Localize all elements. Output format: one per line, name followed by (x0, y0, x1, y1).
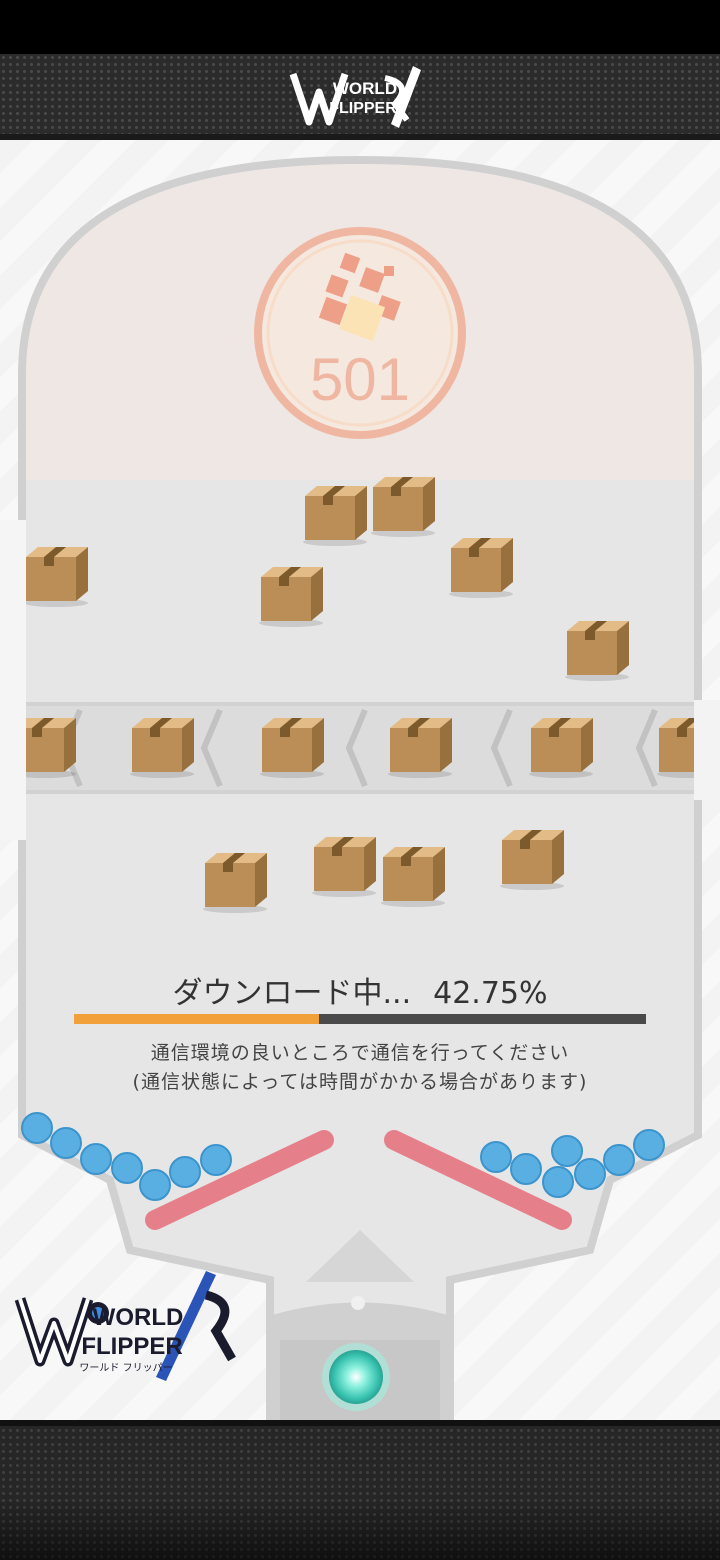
cardboard-box-icon (381, 847, 445, 907)
ball-icon (510, 1153, 542, 1185)
ball-icon (21, 1112, 53, 1144)
ball-icon (551, 1135, 583, 1167)
header-logo-line1: WORLD (333, 79, 397, 98)
notice-line-1: 通信環境の良いところで通信を行ってください (150, 1042, 570, 1064)
download-label: ダウンロード中... (172, 976, 412, 1011)
ball-icon (139, 1169, 171, 1201)
ball-icon (169, 1156, 201, 1188)
ball-icon (200, 1144, 232, 1176)
ball-icon (80, 1143, 112, 1175)
ball-icon (542, 1166, 574, 1198)
glowing-orb-icon[interactable] (329, 1350, 383, 1404)
ball-icon (574, 1158, 606, 1190)
cardboard-box-icon (24, 547, 88, 607)
notice-line-2: (通信状態によっては時間がかかる場合があります) (132, 1071, 588, 1093)
ball-icon (480, 1141, 512, 1173)
loading-screen: 501 ダウンロード中... 42.75% 通信環境の良いところで通信を行ってくだ… (0, 140, 720, 1420)
download-percent: 42.75% (433, 976, 548, 1011)
ball-icon (50, 1127, 82, 1159)
status-bar (0, 0, 720, 54)
cardboard-box-icon (388, 718, 452, 778)
cardboard-box-icon (130, 718, 194, 778)
ball-icon (111, 1152, 143, 1184)
world-flipper-logo: WORLD FLIPPER ワールド フリッパー (14, 1271, 236, 1381)
cardboard-box-icon (449, 538, 513, 598)
download-status: ダウンロード中... 42.75% (0, 968, 720, 1012)
corner-logo-katakana: ワールド フリッパー (79, 1362, 172, 1374)
cardboard-box-icon (259, 567, 323, 627)
pinball-board (0, 155, 720, 1420)
world-flipper-header-logo: WORLD FLIPPER (289, 66, 421, 128)
cardboard-box-icon (260, 718, 324, 778)
download-progress-bar (74, 1014, 646, 1024)
ball-icon (603, 1144, 635, 1176)
cardboard-box-icon (529, 718, 593, 778)
cardboard-box-icon (371, 477, 435, 537)
cardboard-box-icon (312, 837, 376, 897)
footer-band (0, 1420, 720, 1560)
header-band: WORLD FLIPPER (0, 54, 720, 140)
conveyor-belt (26, 702, 694, 794)
cardboard-box-icon (203, 853, 267, 913)
corner-logo-line2: FLIPPER (81, 1333, 182, 1360)
cardboard-box-icon (303, 486, 367, 546)
corner-logo-line1: WORLD (93, 1304, 184, 1331)
cardboard-box-icon (500, 830, 564, 890)
ball-icon (633, 1129, 665, 1161)
score-counter-value: 501 (309, 346, 411, 413)
header-logo-line2: FLIPPER (329, 100, 397, 117)
launcher (272, 1296, 448, 1420)
download-progress-fill (74, 1014, 319, 1024)
cardboard-box-icon (565, 621, 629, 681)
